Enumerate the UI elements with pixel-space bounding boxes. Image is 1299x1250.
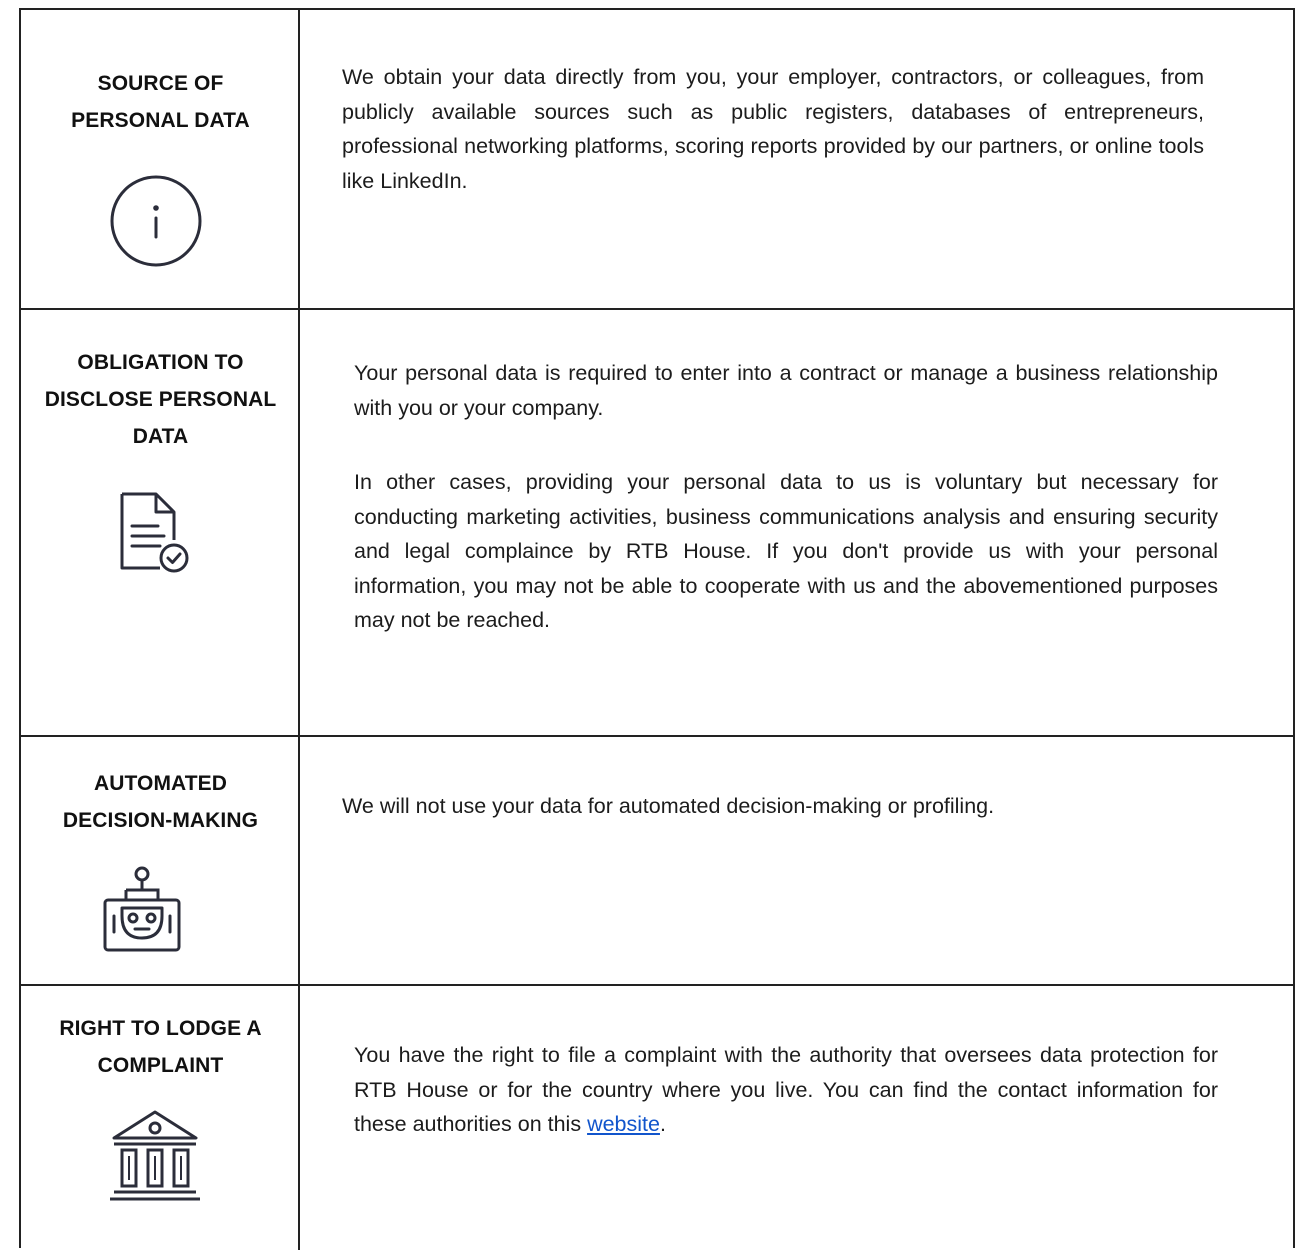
- courthouse-icon: [108, 1106, 202, 1202]
- content-cell: You have the right to file a complaint w…: [300, 986, 1293, 1250]
- complaint-text: You have the right to file a complaint w…: [354, 1043, 1218, 1136]
- row-heading: RIGHT TO LODGE A COMPLAINT: [21, 1010, 300, 1084]
- table-row-complaint: RIGHT TO LODGE A COMPLAINT You have the …: [21, 986, 1293, 1250]
- row-heading: SOURCE OF PERSONAL DATA: [21, 65, 300, 139]
- robot-icon: [102, 866, 182, 954]
- table-row-source: SOURCE OF PERSONAL DATA We obtain your d…: [21, 10, 1293, 310]
- label-cell: RIGHT TO LODGE A COMPLAINT: [21, 986, 300, 1250]
- heading-line: DISCLOSE PERSONAL: [44, 388, 277, 411]
- heading-line: AUTOMATED: [93, 772, 228, 795]
- row-text: You have the right to file a complaint w…: [354, 1038, 1218, 1142]
- heading-line: RIGHT TO LODGE A: [59, 1017, 262, 1040]
- row-heading: AUTOMATED DECISION-MAKING: [21, 765, 300, 839]
- label-cell: OBLIGATION TO DISCLOSE PERSONAL DATA: [21, 310, 300, 735]
- info-table: SOURCE OF PERSONAL DATA We obtain your d…: [19, 8, 1295, 1250]
- row-text: We obtain your data directly from you, y…: [342, 65, 1204, 193]
- complaint-text-end: .: [659, 1112, 666, 1136]
- row-text-p2: In other cases, providing your personal …: [354, 470, 1218, 632]
- heading-line: COMPLAINT: [97, 1054, 224, 1077]
- label-cell: AUTOMATED DECISION-MAKING: [21, 737, 300, 984]
- info-icon: [109, 174, 203, 268]
- content-cell: Your personal data is required to enter …: [300, 310, 1293, 735]
- row-text: We will not use your data for automated …: [342, 794, 995, 818]
- row-text-p1: Your personal data is required to enter …: [354, 361, 1218, 420]
- table-row-automated: AUTOMATED DECISION-MAKING We will not us…: [21, 737, 1293, 986]
- content-cell: We obtain your data directly from you, y…: [300, 10, 1293, 308]
- row-heading: OBLIGATION TO DISCLOSE PERSONAL DATA: [21, 344, 300, 455]
- website-link[interactable]: website: [587, 1112, 660, 1136]
- heading-line: DATA: [132, 425, 189, 448]
- table-row-obligation: OBLIGATION TO DISCLOSE PERSONAL DATA You…: [21, 310, 1293, 737]
- label-cell: SOURCE OF PERSONAL DATA: [21, 10, 300, 308]
- heading-line: PERSONAL DATA: [71, 109, 250, 132]
- heading-line: DECISION-MAKING: [62, 809, 259, 832]
- document-check-icon: [118, 490, 198, 576]
- heading-line: OBLIGATION TO: [77, 351, 244, 374]
- content-cell: We will not use your data for automated …: [300, 737, 1293, 984]
- heading-line: SOURCE OF: [97, 72, 224, 95]
